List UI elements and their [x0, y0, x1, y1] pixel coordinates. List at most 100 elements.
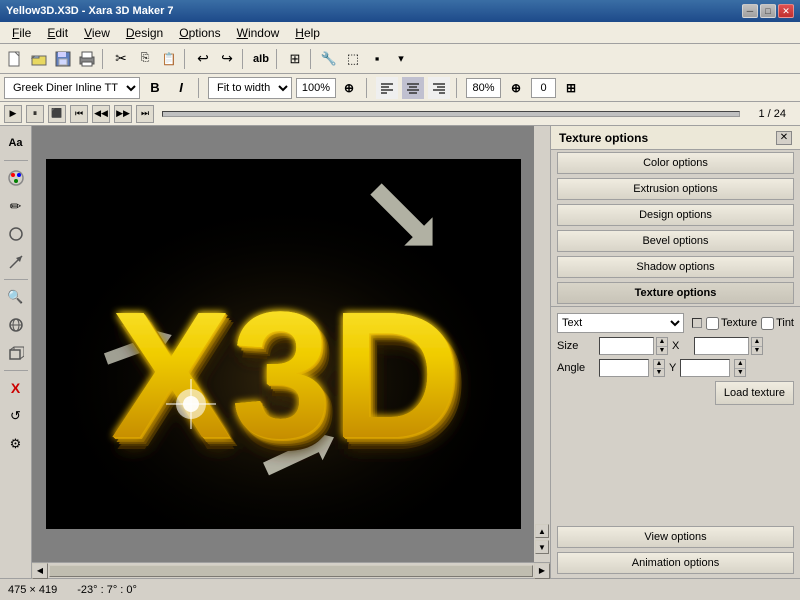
menu-edit[interactable]: Edit [39, 24, 76, 42]
save-button[interactable] [52, 48, 74, 70]
texture-options-button[interactable]: Texture options [557, 282, 794, 304]
size-spin-up[interactable]: ▲ [657, 338, 667, 347]
right-panel: Texture options ✕ Color options Extrusio… [550, 126, 800, 578]
cut-button[interactable]: ✂ [110, 48, 132, 70]
align-left-button[interactable] [376, 77, 398, 99]
extra-input[interactable] [531, 78, 556, 98]
size-spinner[interactable]: ▲ ▼ [656, 337, 668, 355]
text-effect-button[interactable]: aIb [250, 48, 272, 70]
redo-button[interactable]: ↪ [216, 48, 238, 70]
pause-button[interactable]: ⏸ [26, 105, 44, 123]
size-input[interactable] [599, 337, 654, 355]
font-select[interactable]: Greek Diner Inline TT [4, 77, 140, 99]
menu-file[interactable]: File [4, 24, 39, 42]
scroll-down-button[interactable]: ▼ [535, 540, 549, 554]
angle-y-input[interactable] [680, 359, 730, 377]
globe-tool-button[interactable] [3, 312, 29, 338]
zoom-icon[interactable]: ⊕ [338, 77, 360, 99]
color-tool-button[interactable] [3, 165, 29, 191]
menu-options[interactable]: Options [171, 24, 228, 42]
stop-button[interactable]: ⬛ [48, 105, 66, 123]
angle-y-spin-down[interactable]: ▼ [735, 369, 745, 377]
open-button[interactable] [28, 48, 50, 70]
undo-button[interactable]: ↩ [192, 48, 214, 70]
play-button[interactable]: ▶ [4, 105, 22, 123]
minimize-button[interactable]: ─ [742, 4, 758, 18]
zoom-input[interactable] [296, 78, 336, 98]
extrusion-options-button[interactable]: Extrusion options [557, 178, 794, 200]
view-btn-1[interactable]: ⬚ [342, 48, 364, 70]
scroll-right-button[interactable]: ▶ [534, 563, 550, 579]
status-bar: 475 × 419 -23° : 7° : 0° [0, 578, 800, 600]
view-btn-2[interactable]: ▪ [366, 48, 388, 70]
tint-checkbox-label[interactable]: Tint [761, 317, 794, 330]
scale-icon[interactable]: ⊕ [505, 77, 527, 99]
wizard-button[interactable]: 🔧 [318, 48, 340, 70]
scroll-up-button[interactable]: ▲ [535, 524, 549, 538]
paste-button[interactable]: 📋 [158, 48, 180, 70]
next-frame-button[interactable]: ▶▶ [114, 105, 132, 123]
prev-frame-button[interactable]: ◀◀ [92, 105, 110, 123]
scroll-left-button[interactable]: ◀ [32, 563, 48, 579]
animation-options-button[interactable]: Animation options [557, 552, 794, 574]
format-sep-3 [456, 78, 460, 98]
align-right-button[interactable] [428, 77, 450, 99]
x-effect-button[interactable]: X [3, 375, 29, 401]
h-scroll-thumb[interactable] [49, 565, 533, 577]
menu-window[interactable]: Window [229, 24, 288, 42]
panel-close-button[interactable]: ✕ [776, 131, 792, 145]
extra-icon[interactable]: ⊞ [560, 77, 582, 99]
menu-design[interactable]: Design [118, 24, 171, 42]
maximize-button[interactable]: □ [760, 4, 776, 18]
texture-checkbox-label[interactable]: Texture [706, 317, 757, 330]
settings-tool-button[interactable]: ⚙ [3, 431, 29, 457]
size-spin-down[interactable]: ▼ [657, 347, 667, 355]
size-x-spin-up[interactable]: ▲ [752, 338, 762, 347]
angle-y-spin-up[interactable]: ▲ [735, 360, 745, 369]
arrow-tool-button[interactable] [3, 249, 29, 275]
zoom-tool-button[interactable]: 🔍 [3, 284, 29, 310]
tint-checkbox[interactable] [761, 317, 774, 330]
size-x-input[interactable] [694, 337, 749, 355]
canvas-area[interactable]: X3D X3D X3D X3D X3D X3D X3D X3D X3D [32, 126, 534, 562]
end-button[interactable]: ⏭ [136, 105, 154, 123]
vertical-scroll-arrows: ▲ ▼ [534, 126, 550, 562]
print-button[interactable] [76, 48, 98, 70]
more-button[interactable]: ▾ [390, 48, 412, 70]
text-tool-button[interactable]: Aa [3, 130, 29, 156]
design-options-button[interactable]: Design options [557, 204, 794, 226]
texture-checkbox[interactable] [706, 317, 719, 330]
close-button[interactable]: ✕ [778, 4, 794, 18]
pen-tool-button[interactable]: ✏ [3, 193, 29, 219]
scale-input[interactable] [466, 78, 501, 98]
new-button[interactable] [4, 48, 26, 70]
fit-select[interactable]: Fit to width [208, 77, 292, 99]
rotate-tool-button[interactable]: ↺ [3, 403, 29, 429]
menu-help[interactable]: Help [287, 24, 328, 42]
angle-spinner[interactable]: ▲ ▼ [653, 359, 665, 377]
angle-spin-up[interactable]: ▲ [654, 360, 664, 369]
export-button[interactable]: ⊞ [284, 48, 306, 70]
angle-y-spinner[interactable]: ▲ ▼ [734, 359, 746, 377]
texture-type-select[interactable]: Text [557, 313, 684, 333]
rewind-button[interactable]: ⏮ [70, 105, 88, 123]
copy-button[interactable]: ⎘ [134, 48, 156, 70]
load-texture-button[interactable]: Load texture [715, 381, 794, 405]
frame-slider[interactable] [162, 111, 740, 117]
align-center-button[interactable] [402, 77, 424, 99]
bevel-options-button[interactable]: Bevel options [557, 230, 794, 252]
color-options-button[interactable]: Color options [557, 152, 794, 174]
shadow-options-button[interactable]: Shadow options [557, 256, 794, 278]
toolbar-sep-4 [276, 49, 280, 69]
angle-spin-down[interactable]: ▼ [654, 369, 664, 377]
lt-sep-2 [4, 279, 28, 280]
circle-tool-button[interactable] [3, 221, 29, 247]
italic-button[interactable]: I [170, 77, 192, 99]
box-tool-button[interactable] [3, 340, 29, 366]
view-options-button[interactable]: View options [557, 526, 794, 548]
size-x-spin-down[interactable]: ▼ [752, 347, 762, 355]
bold-button[interactable]: B [144, 77, 166, 99]
menu-view[interactable]: View [76, 24, 118, 42]
size-x-spinner[interactable]: ▲ ▼ [751, 337, 763, 355]
angle-input[interactable] [599, 359, 649, 377]
